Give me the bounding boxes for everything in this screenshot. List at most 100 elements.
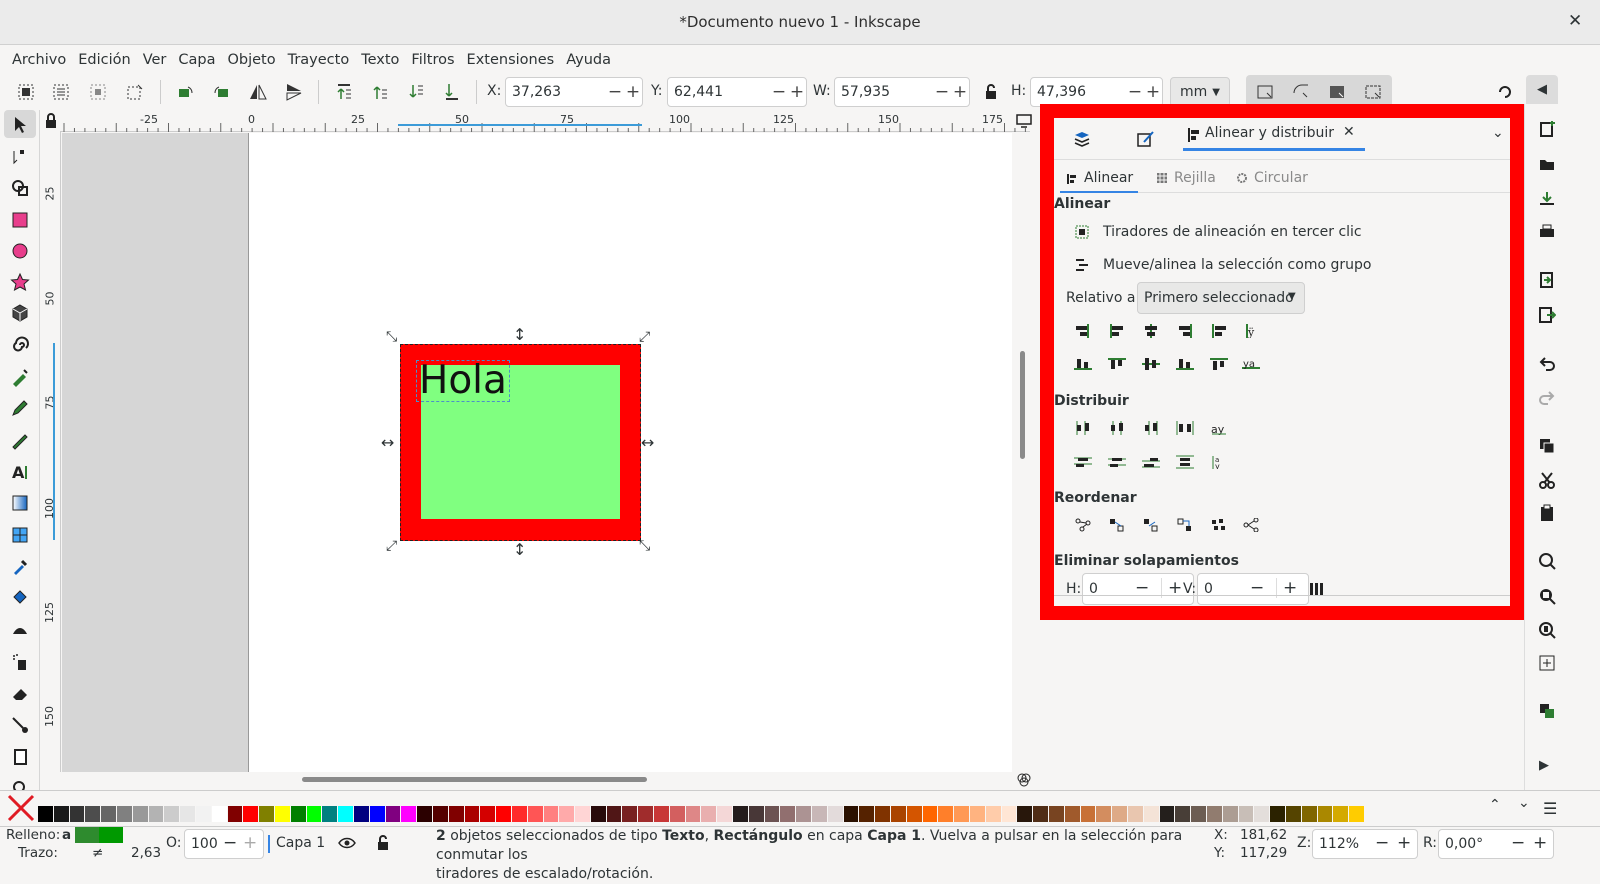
palette-swatch[interactable] — [985, 806, 1002, 822]
align-top-edges-icon[interactable] — [1108, 357, 1126, 371]
palette-swatch[interactable] — [748, 806, 765, 822]
resize-handle-e[interactable]: ↔ — [641, 433, 654, 452]
palette-swatch[interactable] — [654, 806, 670, 822]
tab-align-distribute[interactable]: Alinear y distribuir ✕ — [1183, 118, 1365, 151]
opacity-increment-button[interactable]: + — [243, 833, 257, 853]
vertical-scrollbar[interactable] — [1014, 133, 1030, 772]
w-field[interactable]: 57,935 − + — [834, 77, 970, 107]
transform-pattern-icon[interactable] — [1362, 81, 1384, 103]
palette-swatch[interactable] — [906, 806, 923, 822]
rotate-ccw-icon[interactable] — [174, 81, 196, 103]
cut-icon[interactable] — [1538, 471, 1556, 489]
palette-swatch[interactable] — [559, 806, 576, 822]
palette-swatch[interactable] — [511, 806, 528, 822]
palette-swatch[interactable] — [812, 806, 828, 822]
palette-swatch[interactable] — [496, 806, 512, 822]
distribute-centers-h-icon[interactable] — [1108, 421, 1126, 435]
palette-swatch[interactable] — [575, 806, 591, 822]
rotate-cw-icon[interactable] — [211, 81, 233, 103]
paint-bucket-icon[interactable] — [10, 587, 30, 607]
palette-swatch[interactable] — [417, 806, 433, 822]
palette-swatch[interactable] — [1143, 806, 1160, 822]
align-left-to-right-edge-icon[interactable] — [1210, 324, 1228, 338]
zoom-selection-icon[interactable] — [1538, 552, 1556, 570]
ellipse-tool-icon[interactable] — [10, 241, 30, 261]
palette-swatch[interactable] — [1049, 806, 1065, 822]
palette-swatch[interactable] — [764, 806, 781, 822]
palette-swatch[interactable] — [180, 806, 196, 822]
raise-icon[interactable] — [369, 81, 391, 103]
select-all-layers-icon[interactable] — [50, 81, 72, 103]
palette-swatch[interactable] — [1301, 806, 1318, 822]
calligraphy-tool-icon[interactable] — [10, 430, 30, 450]
3d-box-tool-icon[interactable] — [10, 303, 30, 323]
subtab-rejilla[interactable]: Rejilla — [1174, 170, 1216, 186]
palette-swatch[interactable] — [1159, 806, 1176, 822]
raise-to-top-icon[interactable] — [333, 81, 355, 103]
lock-guides-icon[interactable] — [42, 112, 60, 130]
pencil-tool-icon[interactable] — [10, 398, 30, 418]
palette-swatch[interactable] — [385, 806, 402, 822]
opacity-value[interactable]: 100 — [191, 836, 218, 852]
menu-filtros[interactable]: Filtros — [405, 52, 460, 68]
palette-swatch[interactable] — [1127, 806, 1144, 822]
tweak-tool-icon[interactable] — [10, 620, 30, 640]
transform-gradient-icon[interactable] — [1326, 81, 1348, 103]
palette-swatch[interactable] — [448, 806, 465, 822]
w-decrement-button[interactable]: − — [933, 82, 951, 102]
palette-swatch[interactable] — [1238, 806, 1255, 822]
no-paint-icon[interactable] — [6, 793, 36, 823]
exchange-clockwise-icon[interactable] — [1176, 518, 1194, 532]
align-bottom-edges-icon[interactable] — [1176, 357, 1194, 371]
distribute-gaps-h-icon[interactable] — [1176, 421, 1194, 435]
palette-swatch[interactable] — [85, 806, 102, 822]
zoom-center-icon[interactable] — [1538, 654, 1556, 672]
palette-swatch[interactable] — [480, 806, 497, 822]
palette-swatch[interactable] — [1112, 806, 1128, 822]
rectangle-tool-icon[interactable] — [10, 210, 30, 230]
center-vertical-axis-icon[interactable] — [1142, 324, 1160, 338]
unit-value[interactable]: mm — [1180, 84, 1207, 100]
palette-swatch[interactable] — [922, 806, 939, 822]
unclump-icon[interactable] — [1242, 518, 1260, 532]
align-bottom-to-top-edge-icon[interactable] — [1074, 357, 1092, 371]
resize-handle-nw[interactable]: ⤡ — [386, 329, 397, 345]
palette-swatch[interactable] — [938, 806, 955, 822]
palette-swatch[interactable] — [1254, 806, 1271, 822]
distribute-left-edges-icon[interactable] — [1074, 421, 1092, 435]
horizontal-scrollbar[interactable] — [62, 772, 1012, 788]
gradient-tool-icon[interactable] — [10, 493, 30, 513]
palette-swatch[interactable] — [132, 806, 149, 822]
vertical-ruler[interactable]: 25 50 75 100 125 150 — [41, 132, 61, 772]
align-right-to-left-edge-icon[interactable] — [1074, 324, 1092, 338]
palette-swatch[interactable] — [638, 806, 655, 822]
bezier-tool-icon[interactable] — [10, 367, 30, 387]
zoom-page-icon[interactable] — [1538, 621, 1556, 639]
zoom-drawing-icon[interactable] — [1538, 587, 1556, 605]
rotation-increment-button[interactable]: + — [1533, 833, 1547, 853]
palette-swatch[interactable] — [796, 806, 813, 822]
spray-tool-icon[interactable] — [10, 652, 30, 672]
align-text-baseline-h-icon[interactable]: ÿ — [1242, 324, 1260, 338]
palette-swatch[interactable] — [38, 806, 54, 822]
resize-handle-w[interactable]: ↔ — [381, 433, 394, 452]
palette-scroll-down-icon[interactable]: ⌄ — [1518, 795, 1530, 811]
overlap-v-field[interactable]: 0 − + — [1197, 573, 1309, 605]
undo-icon[interactable] — [1538, 354, 1556, 372]
palette-swatch[interactable] — [306, 806, 323, 822]
center-horizontal-axis-icon[interactable] — [1142, 357, 1160, 371]
align-right-edges-icon[interactable] — [1176, 324, 1194, 338]
open-icon[interactable] — [1538, 155, 1556, 173]
new-document-icon[interactable] — [1538, 120, 1556, 138]
snap-icon[interactable] — [1494, 81, 1516, 103]
distribute-bottom-edges-icon[interactable] — [1142, 455, 1160, 469]
palette-swatch[interactable] — [1270, 806, 1286, 822]
option-move-as-group[interactable]: Mueve/alinea la selección como grupo — [1103, 257, 1371, 273]
palette-swatch[interactable] — [970, 806, 986, 822]
palette-swatch[interactable] — [353, 806, 370, 822]
graph-layout-icon[interactable] — [1074, 518, 1092, 532]
layer-lock-icon[interactable] — [375, 834, 391, 852]
y-increment-button[interactable]: + — [788, 82, 806, 102]
subtab-alinear[interactable]: Alinear — [1060, 165, 1138, 193]
pages-tool-icon[interactable] — [10, 747, 30, 767]
